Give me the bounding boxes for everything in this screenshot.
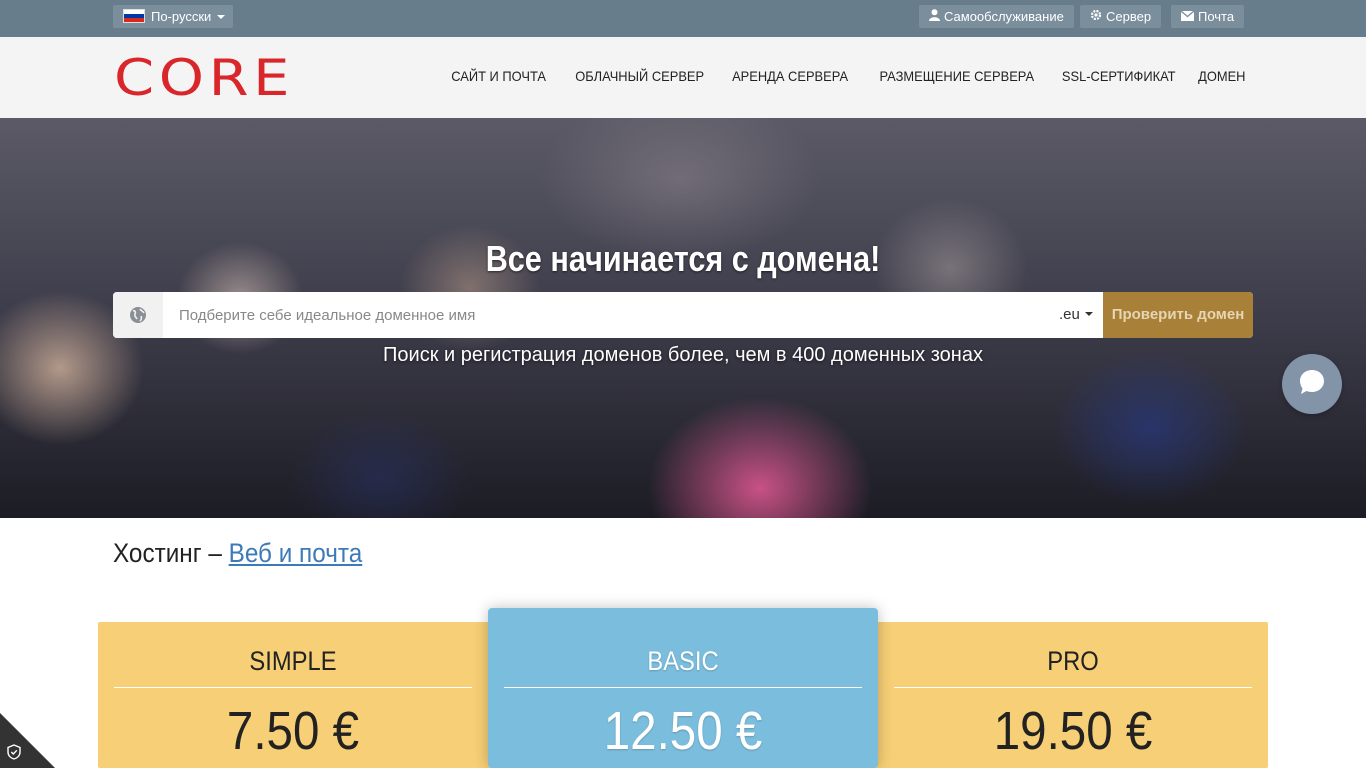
chat-button[interactable] — [1282, 354, 1342, 414]
domain-search-input[interactable] — [163, 292, 1043, 338]
plan-price: 7.50 € — [226, 701, 360, 761]
plan-name: PRO — [1047, 646, 1099, 676]
russia-flag-icon — [123, 9, 145, 23]
chat-icon — [1297, 367, 1327, 402]
web-and-mail-link[interactable]: Веб и почта — [229, 538, 363, 568]
hosting-title-prefix: Хостинг – — [113, 538, 229, 568]
plan-divider — [114, 687, 472, 688]
site-header: CORE САЙТ И ПОЧТА ОБЛАЧНЫЙ СЕРВЕР АРЕНДА… — [0, 37, 1366, 118]
tld-value: .eu — [1059, 306, 1080, 323]
self-service-button[interactable]: Самообслуживание — [919, 5, 1074, 28]
privacy-settings-button[interactable] — [0, 713, 55, 768]
language-selector[interactable]: По-русски — [113, 5, 233, 28]
mail-button[interactable]: Почта — [1171, 5, 1245, 29]
server-button[interactable]: Сервер — [1080, 5, 1162, 29]
check-domain-button[interactable]: Проверить домен — [1103, 292, 1253, 338]
nav-domain[interactable]: ДОМЕН — [1198, 68, 1245, 84]
plan-basic-content: BASIC 12.50 € — [504, 646, 862, 762]
user-icon — [929, 6, 940, 29]
self-service-label: Самообслуживание — [944, 9, 1064, 24]
plan-divider — [894, 687, 1252, 688]
nav-cloud-server[interactable]: ОБЛАЧНЫЙ СЕРВЕР — [575, 68, 704, 84]
plan-price: 12.50 € — [603, 701, 763, 761]
nav-ssl-certificate[interactable]: SSL-СЕРТИФИКАТ — [1062, 68, 1176, 84]
nav-site-and-mail[interactable]: САЙТ И ПОЧТА — [451, 68, 546, 84]
mail-label: Почта — [1198, 9, 1235, 24]
hero-subtitle: Поиск и регистрация доменов более, чем в… — [383, 344, 983, 366]
plan-name: SIMPLE — [249, 646, 337, 676]
hero-banner: Все начинается с домена! .eu Проверить д… — [0, 118, 1366, 518]
core-logo[interactable]: CORE — [114, 53, 294, 103]
envelope-icon — [1180, 6, 1195, 29]
server-label: Сервер — [1106, 9, 1152, 24]
gear-icon — [1090, 6, 1102, 29]
plan-name: BASIC — [647, 646, 719, 676]
hero-title: Все начинается с домена! — [485, 238, 881, 279]
chevron-down-icon — [1084, 312, 1093, 316]
domain-search-form: .eu Проверить домен — [113, 292, 1253, 338]
plan-card-pro[interactable]: PRO 19.50 € — [894, 646, 1252, 762]
plan-divider — [504, 687, 862, 688]
language-label: По-русски — [151, 9, 212, 24]
chevron-down-icon — [217, 15, 226, 19]
plan-card-basic[interactable]: BASIC 12.50 € — [488, 608, 878, 768]
nav-server-colocation[interactable]: РАЗМЕЩЕНИЕ СЕРВЕРА — [879, 68, 1034, 84]
nav-server-rental[interactable]: АРЕНДА СЕРВЕРА — [732, 68, 848, 84]
main-nav: САЙТ И ПОЧТА ОБЛАЧНЫЙ СЕРВЕР АРЕНДА СЕРВ… — [425, 68, 1245, 84]
plan-price: 19.50 € — [993, 701, 1153, 761]
plan-card-simple[interactable]: SIMPLE 7.50 € — [114, 646, 472, 762]
hosting-section-title: Хостинг – Веб и почта — [113, 538, 362, 569]
globe-icon — [113, 292, 163, 338]
tld-dropdown[interactable]: .eu — [1059, 306, 1093, 323]
shield-check-icon — [7, 744, 21, 760]
top-utility-bar: По-русски Самообслуживание Сервер Почта — [0, 0, 1366, 37]
